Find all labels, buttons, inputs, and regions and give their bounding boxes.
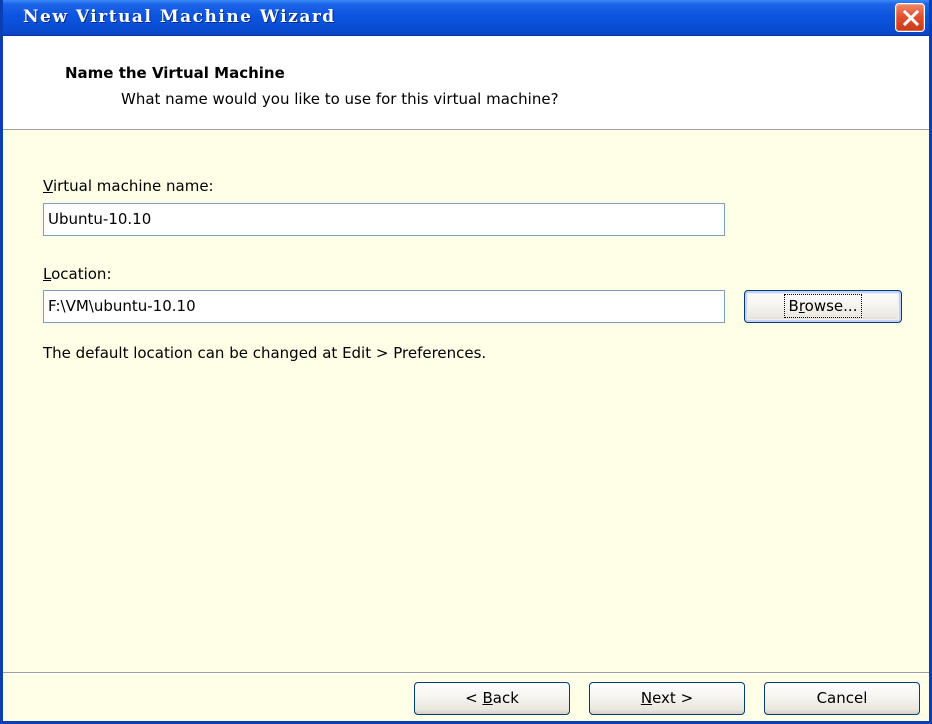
- browse-label-rest: owse...: [804, 297, 858, 315]
- location-label: Location:: [43, 265, 112, 283]
- close-button[interactable]: [895, 3, 925, 32]
- location-input[interactable]: F:\VM\ubuntu-10.10: [43, 290, 725, 323]
- wizard-window: New Virtual Machine Wizard Name the Virt…: [0, 0, 932, 724]
- page-title: Name the Virtual Machine: [65, 64, 285, 82]
- close-icon: [902, 9, 920, 27]
- location-hint: The default location can be changed at E…: [43, 344, 487, 362]
- location-label-rest: ocation:: [51, 265, 112, 283]
- location-label-mnemonic: L: [43, 265, 52, 283]
- footer-divider: [3, 672, 929, 674]
- next-label-mnemonic: N: [640, 689, 653, 707]
- vm-name-label-mnemonic: V: [43, 177, 53, 195]
- next-label-rest: ext >: [652, 689, 694, 707]
- browse-label-pre: B: [788, 297, 799, 315]
- cancel-button[interactable]: Cancel: [764, 682, 920, 715]
- vm-name-label: Virtual machine name:: [43, 177, 214, 195]
- back-label-rest: ack: [492, 689, 519, 707]
- window-title: New Virtual Machine Wizard: [23, 7, 336, 27]
- back-label-pre: <: [465, 689, 483, 707]
- page-subtitle: What name would you like to use for this…: [121, 90, 559, 108]
- browse-button[interactable]: Browse...: [744, 290, 902, 323]
- browse-button-label: Browse...: [783, 294, 863, 318]
- vm-name-label-rest: irtual machine name:: [52, 177, 214, 195]
- wizard-header: Name the Virtual Machine What name would…: [3, 36, 929, 130]
- next-button[interactable]: Next >: [589, 682, 745, 715]
- vm-name-input[interactable]: Ubuntu-10.10: [43, 203, 725, 236]
- back-button[interactable]: < Back: [414, 682, 570, 715]
- title-bar[interactable]: New Virtual Machine Wizard: [3, 0, 929, 36]
- back-label-mnemonic: B: [482, 689, 493, 707]
